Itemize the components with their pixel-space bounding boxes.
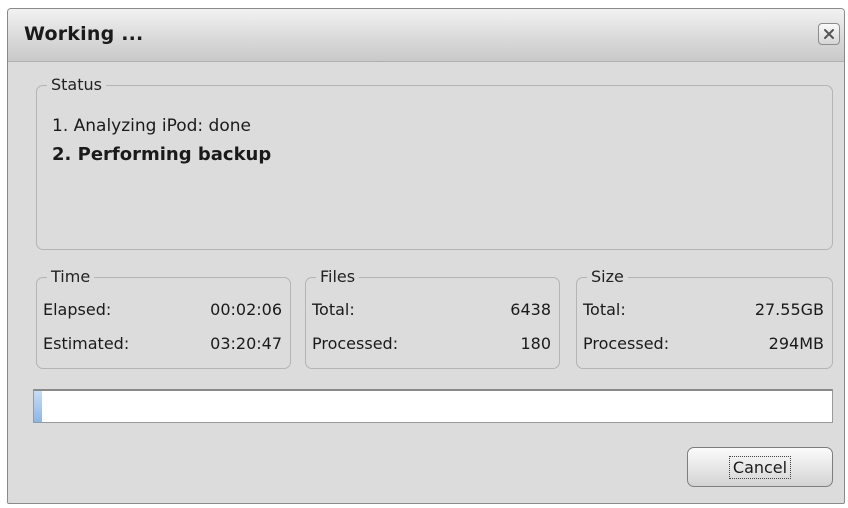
working-dialog: Working ... Status 1. Analyzing iPod: do… bbox=[7, 8, 845, 504]
elapsed-value: 00:02:06 bbox=[210, 300, 282, 319]
files-total-label: Total: bbox=[312, 300, 355, 319]
size-legend: Size bbox=[587, 267, 628, 287]
status-legend: Status bbox=[47, 75, 106, 95]
size-total-row: Total: 27.55GB bbox=[583, 300, 824, 324]
size-total-label: Total: bbox=[583, 300, 626, 319]
estimated-value: 03:20:47 bbox=[210, 334, 282, 353]
size-processed-value: 294MB bbox=[768, 334, 824, 353]
close-button[interactable] bbox=[818, 23, 840, 45]
backup-progress-bar bbox=[33, 389, 833, 423]
files-total-row: Total: 6438 bbox=[312, 300, 551, 324]
files-processed-label: Processed: bbox=[312, 334, 399, 353]
files-total-value: 6438 bbox=[510, 300, 551, 319]
files-processed-value: 180 bbox=[520, 334, 551, 353]
size-processed-row: Processed: 294MB bbox=[583, 334, 824, 358]
cancel-button-label: Cancel bbox=[728, 455, 792, 479]
elapsed-label: Elapsed: bbox=[43, 300, 112, 319]
time-legend: Time bbox=[47, 267, 95, 287]
size-processed-label: Processed: bbox=[583, 334, 670, 353]
status-step-backup: 2. Performing backup bbox=[52, 144, 272, 165]
title-bar[interactable]: Working ... bbox=[8, 9, 844, 62]
time-group: Time Elapsed: 00:02:06 Estimated: 03:20:… bbox=[36, 267, 291, 369]
dialog-title: Working ... bbox=[24, 23, 144, 45]
files-processed-row: Processed: 180 bbox=[312, 334, 551, 358]
size-group: Size Total: 27.55GB Processed: 294MB bbox=[576, 267, 833, 369]
estimated-label: Estimated: bbox=[43, 334, 130, 353]
files-legend: Files bbox=[316, 267, 360, 287]
files-group: Files Total: 6438 Processed: 180 bbox=[305, 267, 560, 369]
status-step-analyzing: 1. Analyzing iPod: done bbox=[52, 116, 251, 136]
estimated-row: Estimated: 03:20:47 bbox=[43, 334, 282, 358]
close-icon bbox=[823, 28, 835, 40]
progress-fill bbox=[34, 391, 42, 422]
size-total-value: 27.55GB bbox=[754, 300, 824, 319]
status-group: Status 1. Analyzing iPod: done 2. Perfor… bbox=[36, 75, 833, 250]
elapsed-row: Elapsed: 00:02:06 bbox=[43, 300, 282, 324]
cancel-button[interactable]: Cancel bbox=[687, 447, 833, 487]
